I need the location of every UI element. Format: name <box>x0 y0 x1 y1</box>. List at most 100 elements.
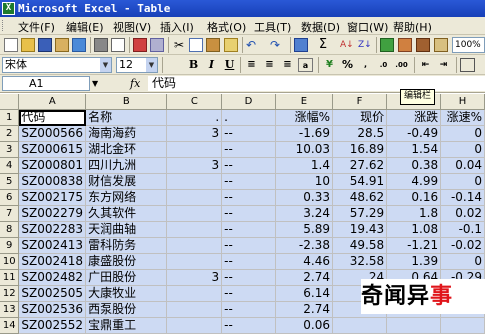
cell-c[interactable]: . <box>166 109 223 126</box>
cell-e[interactable]: 4.46 <box>275 253 333 270</box>
cell-c[interactable] <box>166 253 223 270</box>
italic-button[interactable]: I <box>204 58 219 72</box>
menu-window[interactable]: 窗口(W) <box>347 19 388 35</box>
percent-button[interactable]: % <box>340 58 355 72</box>
font-name-select[interactable]: 宋体 ▼ <box>2 57 112 73</box>
cell-e[interactable]: 2.74 <box>275 269 333 286</box>
research-icon[interactable] <box>150 38 164 52</box>
row-header[interactable]: 1 <box>0 109 20 126</box>
column-header-d[interactable]: D <box>221 94 276 110</box>
menu-edit[interactable]: 编辑(E) <box>66 19 104 35</box>
row-header[interactable]: 8 <box>0 221 20 238</box>
cell-b[interactable]: 财信发展 <box>85 173 168 190</box>
cell-g[interactable]: 0.38 <box>386 157 442 174</box>
zoom-select[interactable]: 100% <box>452 37 485 53</box>
spelling-icon[interactable] <box>133 38 147 52</box>
cell-h[interactable]: 0 <box>440 141 485 158</box>
cell-h[interactable]: 0 <box>440 173 485 190</box>
cell-b[interactable]: 大康牧业 <box>85 285 168 302</box>
cell-g[interactable]: 1.54 <box>386 141 442 158</box>
cell-e[interactable]: 5.89 <box>275 221 333 238</box>
cell-a[interactable]: SZ000566 <box>18 125 87 142</box>
undo-icon[interactable]: ↶ <box>246 38 260 52</box>
cell-f[interactable]: 32.58 <box>332 253 388 270</box>
cell-g[interactable]: 涨跌 <box>386 109 442 126</box>
cell-d[interactable]: -- <box>221 237 276 254</box>
cell-d[interactable]: -- <box>221 157 276 174</box>
cell-b[interactable]: 东方网络 <box>85 189 168 206</box>
cell-d[interactable]: -- <box>221 285 276 302</box>
comma-style-icon[interactable]: , <box>358 58 373 72</box>
cell-c[interactable]: 3 <box>166 269 223 286</box>
row-header[interactable]: 3 <box>0 141 20 158</box>
align-left-icon[interactable]: ≡ <box>244 58 259 72</box>
cell-d[interactable]: -- <box>221 317 276 334</box>
cell-e[interactable]: -1.69 <box>275 125 333 142</box>
drawing-icon[interactable] <box>398 38 412 52</box>
cell-f[interactable]: 48.62 <box>332 189 388 206</box>
cell-d[interactable]: . <box>221 109 276 126</box>
borders-icon[interactable] <box>460 58 475 72</box>
select-all-corner[interactable] <box>0 94 20 110</box>
cell-g[interactable] <box>386 317 442 334</box>
cell-g[interactable]: 1.08 <box>386 221 442 238</box>
cell-a[interactable]: SZ002418 <box>18 253 87 270</box>
cell-c[interactable]: 3 <box>166 157 223 174</box>
email-icon[interactable] <box>72 38 86 52</box>
cell-c[interactable] <box>166 173 223 190</box>
cell-g[interactable]: 0.16 <box>386 189 442 206</box>
menu-help[interactable]: 帮助(H) <box>393 19 432 35</box>
cell-e[interactable]: 6.14 <box>275 285 333 302</box>
cell-a[interactable]: SZ000615 <box>18 141 87 158</box>
row-header[interactable]: 11 <box>0 269 20 286</box>
cell-c[interactable] <box>166 141 223 158</box>
cell-a[interactable]: SZ002279 <box>18 205 87 222</box>
menu-format[interactable]: 格式(O) <box>207 19 246 35</box>
cell-b[interactable]: 康盛股份 <box>85 253 168 270</box>
cell-c[interactable] <box>166 237 223 254</box>
menu-file[interactable]: 文件(F) <box>18 19 55 35</box>
column-header-c[interactable]: C <box>166 94 223 110</box>
cell-e[interactable]: 10.03 <box>275 141 333 158</box>
format-painter-icon[interactable] <box>224 38 238 52</box>
cell-a[interactable]: SZ002505 <box>18 285 87 302</box>
column-header-b[interactable]: B <box>85 94 168 110</box>
cell-a[interactable]: 代码 <box>18 109 87 126</box>
cell-h[interactable]: 0.02 <box>440 205 485 222</box>
menu-tools[interactable]: 工具(T) <box>254 19 291 35</box>
row-header[interactable]: 9 <box>0 237 20 254</box>
sort-ascending-icon[interactable]: A↓ <box>340 38 354 52</box>
cell-b[interactable]: 西泵股份 <box>85 301 168 318</box>
chevron-down-icon[interactable]: ▼ <box>100 58 111 72</box>
cell-c[interactable] <box>166 221 223 238</box>
cell-a[interactable]: SZ002552 <box>18 317 87 334</box>
cell-d[interactable]: -- <box>221 269 276 286</box>
cell-h[interactable]: -0.14 <box>440 189 485 206</box>
cell-f[interactable]: 16.89 <box>332 141 388 158</box>
paste-icon[interactable] <box>206 38 220 52</box>
cell-d[interactable]: -- <box>221 253 276 270</box>
cell-h[interactable]: 涨速% <box>440 109 485 126</box>
cell-g[interactable]: -0.49 <box>386 125 442 142</box>
cell-e[interactable]: 3.24 <box>275 205 333 222</box>
cell-e[interactable]: 10 <box>275 173 333 190</box>
cell-f[interactable]: 现价 <box>332 109 388 126</box>
cell-f[interactable]: 57.29 <box>332 205 388 222</box>
cell-h[interactable] <box>440 317 485 334</box>
menu-insert[interactable]: 插入(I) <box>160 19 194 35</box>
cell-h[interactable]: -0.1 <box>440 221 485 238</box>
align-right-icon[interactable]: ≡ <box>280 58 295 72</box>
underline-button[interactable]: U <box>222 58 237 72</box>
insert-function-icon[interactable]: fx <box>130 77 140 90</box>
currency-icon[interactable]: ¥ <box>322 58 337 72</box>
cell-f[interactable]: 19.43 <box>332 221 388 238</box>
cell-c[interactable] <box>166 301 223 318</box>
font-size-select[interactable]: 12 ▼ <box>116 57 158 73</box>
open-folder-icon[interactable] <box>21 38 35 52</box>
hyperlink-icon[interactable] <box>294 38 308 52</box>
menu-view[interactable]: 视图(V) <box>113 19 151 35</box>
cell-c[interactable]: 3 <box>166 125 223 142</box>
new-file-icon[interactable] <box>4 38 18 52</box>
cell-b[interactable]: 四川九洲 <box>85 157 168 174</box>
row-header[interactable]: 2 <box>0 125 20 142</box>
